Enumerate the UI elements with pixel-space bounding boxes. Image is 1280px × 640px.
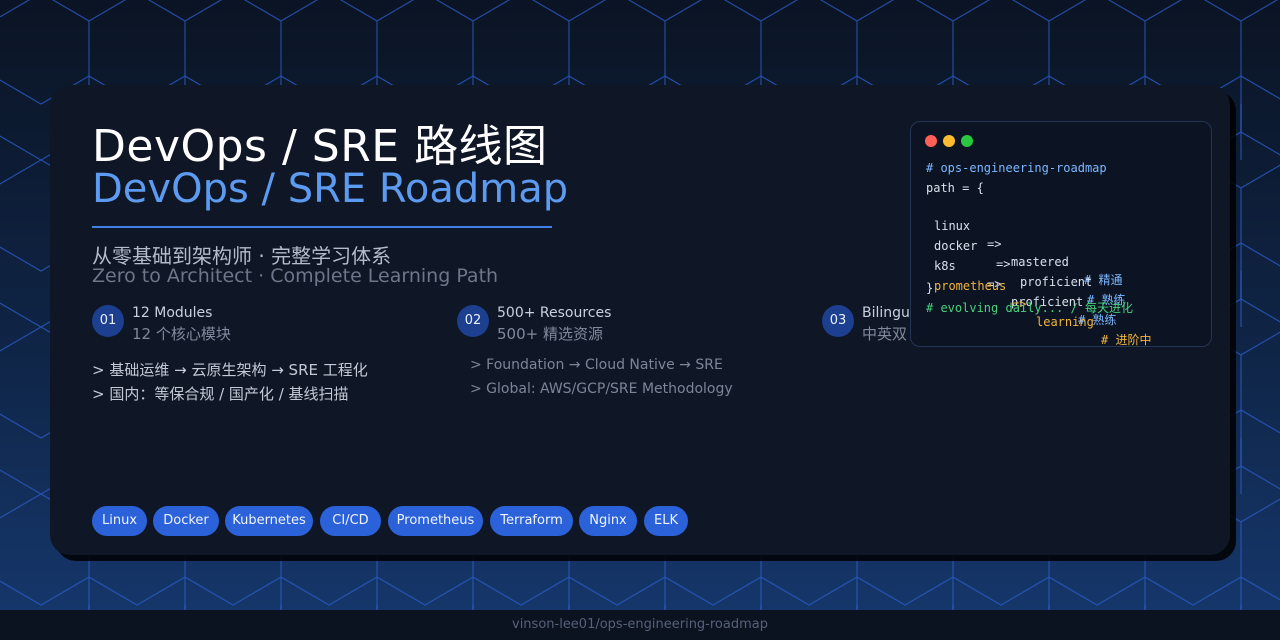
roadmap-card: DevOps / SRE 路线图 DevOps / SRE Roadmap 从零…	[50, 85, 1230, 555]
code-arrow: =>	[996, 257, 1011, 271]
code-open: path = {	[926, 181, 984, 195]
subtitle-en: Zero to Architect · Complete Learning Pa…	[92, 265, 499, 287]
path-line-en-1: > Foundation → Cloud Native → SRE	[470, 357, 723, 373]
tag-kubernetes[interactable]: Kubernetes	[225, 506, 313, 536]
tag-elk[interactable]: ELK	[644, 506, 688, 536]
code-note: # 进阶中	[1101, 333, 1152, 347]
code-comment: # ops-engineering-roadmap	[926, 161, 1107, 175]
feature-number-badge: 02	[457, 305, 489, 337]
feature-number-badge: 01	[92, 305, 124, 337]
code-key: prometheus	[934, 279, 1007, 293]
feature-label-en: 12 Modules	[132, 305, 213, 321]
code-close: }	[926, 281, 934, 295]
code-arrow: =>	[987, 237, 1002, 251]
path-line-en-2: > Global: AWS/GCP/SRE Methodology	[470, 381, 733, 397]
repo-footer-link[interactable]: vinson-lee01/ops-engineering-roadmap	[0, 610, 1280, 640]
feature-label-cn: 12 个核心模块	[132, 325, 231, 343]
tag-linux[interactable]: Linux	[92, 506, 147, 536]
code-value: proficient	[1020, 275, 1093, 289]
window-close-dot-icon	[925, 135, 937, 147]
feature-label-cn: 500+ 精选资源	[497, 325, 603, 343]
code-value: mastered	[1011, 255, 1069, 269]
code-window: # ops-engineering-roadmap path = { linux…	[910, 121, 1212, 347]
tag-docker[interactable]: Docker	[153, 506, 219, 536]
path-line-cn-2: > 国内：等保合规 / 国产化 / 基线扫描	[92, 385, 349, 403]
tag-prometheus[interactable]: Prometheus	[388, 506, 483, 536]
feature-label-cn: 中英双	[862, 325, 908, 343]
tag-terraform[interactable]: Terraform	[490, 506, 573, 536]
title-divider	[92, 226, 552, 228]
window-maximize-dot-icon	[961, 135, 973, 147]
tag-nginx[interactable]: Nginx	[579, 506, 637, 536]
tag-cicd[interactable]: CI/CD	[320, 506, 381, 536]
page-title-en: DevOps / SRE Roadmap	[92, 166, 569, 212]
feature-number-badge: 03	[822, 305, 854, 337]
window-minimize-dot-icon	[943, 135, 955, 147]
feature-label-en: 500+ Resources	[497, 305, 612, 321]
path-line-cn-1: > 基础运维 → 云原生架构 → SRE 工程化	[92, 361, 368, 379]
code-footer-comment: # evolving daily... / 每天进化	[926, 301, 1133, 315]
